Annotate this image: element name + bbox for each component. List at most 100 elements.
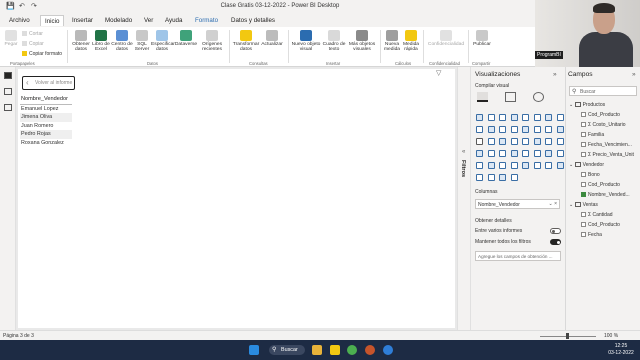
table-row[interactable]: Emanuel Lopez [20, 105, 72, 113]
tab-inicio[interactable]: Inicio [40, 15, 65, 26]
format-visual-icon[interactable] [505, 92, 516, 102]
visual-type-icon[interactable] [499, 174, 506, 181]
tab-modelado[interactable]: Modelado [101, 15, 136, 26]
visual-type-icon[interactable] [545, 150, 552, 157]
get-data-button[interactable]: Obtener datos [71, 30, 91, 53]
new-measure-button[interactable]: Nueva medida [383, 30, 401, 53]
field-item[interactable]: Fecha_Vencimien... [581, 142, 632, 148]
analytics-icon[interactable] [533, 92, 544, 102]
visual-type-icon[interactable] [533, 150, 541, 157]
visual-type-icon[interactable] [545, 114, 552, 121]
field-item[interactable]: Cod_Producto [581, 112, 620, 118]
enter-data-button[interactable]: Especificar datos [151, 30, 175, 53]
more-visuals-button[interactable]: Más objetos visuales [347, 30, 377, 53]
format-painter-button[interactable]: Copiar formato [22, 51, 62, 57]
zoom-app-icon[interactable] [383, 345, 393, 355]
build-visual-icon[interactable] [477, 92, 488, 102]
expand-filters-icon[interactable]: « [462, 149, 465, 155]
visual-type-icon[interactable] [510, 114, 518, 121]
visual-type-icon[interactable] [522, 150, 529, 157]
field-checkbox[interactable] [581, 142, 586, 147]
field-table[interactable]: ⌄ Productos [569, 102, 605, 108]
visual-type-icon[interactable] [476, 174, 483, 181]
field-checkbox[interactable] [581, 222, 586, 227]
report-view-icon[interactable] [4, 72, 12, 79]
visual-type-icon[interactable] [487, 162, 495, 169]
taskbar-search[interactable]: ⚲ Buscar [269, 345, 305, 355]
visual-type-icon[interactable] [499, 162, 506, 169]
back-to-report-button[interactable]: ‹ Volver al informe [22, 76, 75, 90]
paste-button[interactable]: Pegar [3, 30, 19, 47]
refresh-button[interactable]: Actualizar [260, 30, 284, 47]
visual-type-icon[interactable] [487, 138, 495, 145]
visual-type-icon[interactable] [533, 126, 541, 133]
visual-type-icon[interactable] [556, 162, 564, 169]
visual-type-icon[interactable] [510, 138, 518, 145]
collapse-icon[interactable]: » [553, 71, 557, 78]
visual-type-icon[interactable] [487, 174, 495, 181]
field-checkbox[interactable] [581, 212, 586, 217]
field-table[interactable]: ⌄ Vendedor [569, 162, 604, 168]
tab-ayuda[interactable]: Ayuda [161, 15, 186, 26]
visual-type-icon[interactable] [476, 150, 483, 157]
sql-server-button[interactable]: SQL Server [134, 30, 150, 53]
chevron-down-icon[interactable]: ⌄ [569, 162, 573, 168]
visual-type-icon[interactable] [499, 114, 506, 121]
cut-button[interactable]: Cortar [22, 31, 43, 37]
visual-type-icon[interactable] [556, 126, 564, 133]
chevron-down-icon[interactable]: ⌄ [569, 102, 573, 108]
visual-type-icon[interactable] [533, 162, 541, 169]
field-checkbox[interactable] [581, 112, 586, 117]
visual-type-icon[interactable] [556, 138, 564, 145]
visual-type-icon[interactable] [510, 126, 518, 133]
visual-type-icon[interactable] [556, 150, 564, 157]
powerbi-icon[interactable] [330, 345, 340, 355]
vendor-table[interactable]: Nombre_Vendedor Emanuel Lopez Jimena Oli… [20, 95, 72, 147]
field-checkbox[interactable] [581, 122, 586, 127]
sensitivity-button[interactable]: Confidencialidad [426, 30, 466, 47]
visual-type-icon[interactable] [510, 150, 518, 157]
visual-type-icon[interactable] [522, 114, 529, 121]
visual-type-icon[interactable] [499, 138, 506, 145]
visual-type-icon[interactable] [545, 138, 552, 145]
transform-data-button[interactable]: Transformar datos [232, 30, 260, 53]
visual-type-icon[interactable] [476, 114, 483, 121]
visual-type-icon[interactable] [499, 126, 506, 133]
report-page[interactable] [18, 69, 455, 328]
field-item[interactable]: Cod_Producto [581, 182, 620, 188]
publish-button[interactable]: Publicar [471, 30, 493, 47]
model-view-icon[interactable] [4, 104, 12, 111]
dataverse-button[interactable]: Dataverse [174, 30, 198, 47]
visual-type-icon[interactable] [533, 114, 541, 121]
visual-type-icon[interactable] [487, 126, 495, 133]
table-row[interactable]: Jimena Oliva [20, 113, 72, 122]
field-item[interactable]: Fecha [581, 232, 602, 238]
field-item[interactable]: Familia [581, 132, 604, 138]
visual-type-icon[interactable] [522, 138, 529, 145]
visual-type-icon[interactable] [499, 150, 506, 157]
field-checkbox[interactable] [581, 152, 586, 157]
field-item[interactable]: Σ Cantidad [581, 212, 613, 218]
drillthrough-fields-well[interactable]: Agregue los campos de obtención ... [475, 251, 561, 261]
field-item[interactable]: Nombre_Vended... [581, 192, 630, 198]
keep-filters-toggle[interactable] [550, 239, 561, 245]
cross-report-toggle[interactable] [550, 228, 561, 234]
tab-insertar[interactable]: Insertar [68, 15, 97, 26]
tab-formato[interactable]: Formato [191, 15, 222, 26]
visual-type-icon[interactable] [545, 126, 552, 133]
field-item[interactable]: Σ Precio_Venta_Unit [581, 152, 634, 158]
visual-type-icon[interactable] [476, 138, 483, 145]
field-checkbox[interactable] [581, 232, 586, 237]
quick-measure-button[interactable]: Medida rápida [402, 30, 420, 53]
field-item[interactable]: Cod_Producto [581, 222, 620, 228]
fields-search-input[interactable]: ⚲ Buscar [569, 86, 637, 96]
chevron-down-icon[interactable]: ⌄ [569, 202, 573, 208]
field-checkbox[interactable] [581, 192, 586, 197]
chevron-down-icon[interactable]: ⌄ × [549, 201, 558, 207]
zoom-level[interactable]: 100 % [604, 333, 618, 339]
table-header[interactable]: Nombre_Vendedor [20, 95, 72, 105]
windows-start-icon[interactable] [249, 345, 259, 355]
new-visual-button[interactable]: Nuevo objeto visual [291, 30, 321, 53]
visual-type-icon[interactable] [476, 162, 483, 169]
field-item[interactable]: Bono [581, 172, 600, 178]
